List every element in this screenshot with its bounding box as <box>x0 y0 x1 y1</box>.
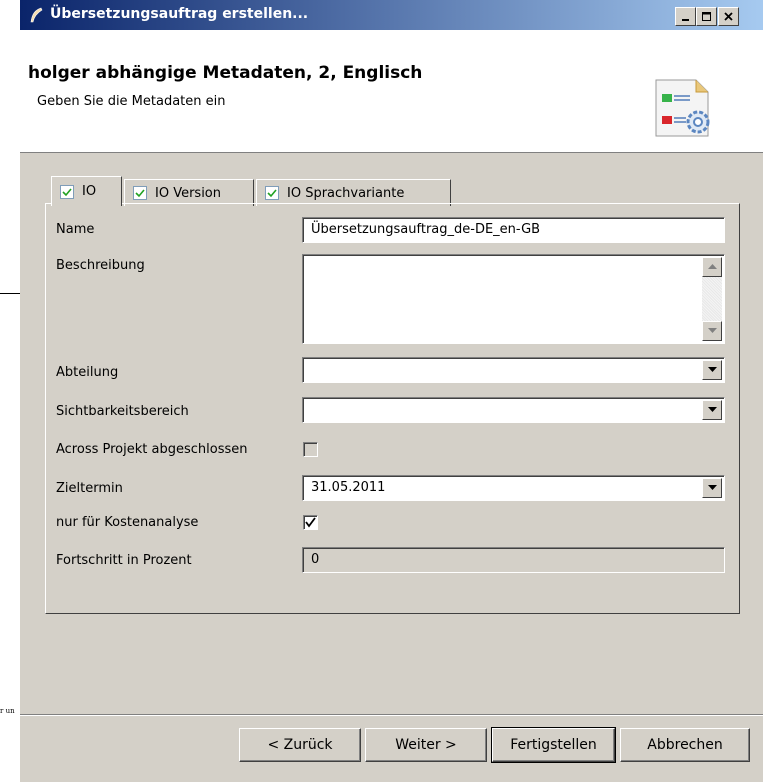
background-text-fragment: r un <box>0 707 15 715</box>
beschreibung-label: Beschreibung <box>56 258 145 273</box>
tab-checkbox[interactable] <box>133 186 147 200</box>
beschreibung-scrollbar[interactable] <box>702 257 722 341</box>
minimize-button[interactable] <box>675 7 696 26</box>
tab-label: IO Sprachvariante <box>287 185 405 201</box>
kosten-checkbox[interactable] <box>303 515 318 530</box>
zieltermin-label: Zieltermin <box>56 481 123 496</box>
abteilung-dropdown-button[interactable] <box>702 360 722 380</box>
tab-label: IO <box>82 184 97 199</box>
checkmark-icon <box>62 187 72 196</box>
page-title: holger abhängige Metadaten, 2, Englisch <box>28 63 423 83</box>
finish-button[interactable]: Fertigstellen <box>491 727 616 763</box>
name-label: Name <box>56 222 95 237</box>
sichtbarkeit-dropdown-button[interactable] <box>702 400 722 420</box>
page-subtitle: Geben Sie die Metadaten ein <box>37 94 226 109</box>
tab-io[interactable]: IO <box>51 176 122 206</box>
tab-label: IO Version <box>155 185 222 201</box>
next-button[interactable]: Weiter > <box>365 728 487 762</box>
scroll-up-button[interactable] <box>702 257 722 277</box>
beschreibung-field[interactable] <box>302 254 725 344</box>
button-separator <box>20 714 763 716</box>
abteilung-label: Abteilung <box>56 365 119 380</box>
close-button[interactable] <box>718 7 739 26</box>
chevron-down-icon <box>707 485 717 490</box>
across-label: Across Projekt abgeschlossen <box>56 442 248 457</box>
sichtbarkeit-label: Sichtbarkeitsbereich <box>56 404 189 419</box>
abteilung-select[interactable] <box>302 357 725 383</box>
checkmark-icon <box>135 189 145 198</box>
checkmark-icon <box>267 189 277 198</box>
name-field[interactable]: Übersetzungsauftrag_de-DE_en-GB <box>302 217 725 243</box>
window-title: Übersetzungsauftrag erstellen... <box>50 6 309 22</box>
chevron-down-icon <box>707 407 717 412</box>
feather-app-icon <box>30 7 43 23</box>
arrow-down-icon <box>707 328 717 333</box>
zieltermin-dropdown-button[interactable] <box>702 478 722 498</box>
fortschritt-label: Fortschritt in Prozent <box>56 553 192 568</box>
zieltermin-select[interactable]: 31.05.2011 <box>302 475 725 501</box>
metadata-settings-icon <box>655 79 710 137</box>
tab-io-version[interactable]: IO Version <box>124 179 254 206</box>
arrow-up-icon <box>707 264 717 269</box>
minimize-icon <box>681 18 689 21</box>
back-button[interactable]: < Zurück <box>239 728 361 762</box>
maximize-icon <box>701 11 711 21</box>
close-icon <box>723 11 733 21</box>
wizard-header: holger abhängige Metadaten, 2, Englisch … <box>20 30 763 153</box>
title-bar[interactable]: Übersetzungsauftrag erstellen... <box>20 0 763 30</box>
tab-checkbox[interactable] <box>60 184 74 199</box>
cancel-button[interactable]: Abbrechen <box>620 728 750 762</box>
fortschritt-field[interactable]: 0 <box>302 547 725 573</box>
checkmark-icon <box>305 517 316 528</box>
zieltermin-value: 31.05.2011 <box>311 480 386 495</box>
scroll-down-button[interactable] <box>702 321 722 341</box>
kosten-label: nur für Kostenanalyse <box>56 515 199 530</box>
sichtbarkeit-select[interactable] <box>302 397 725 423</box>
maximize-button[interactable] <box>696 7 717 26</box>
across-checkbox[interactable] <box>303 442 318 457</box>
wizard-dialog: Übersetzungsauftrag erstellen... holger … <box>20 0 763 782</box>
tab-io-sprachvariante[interactable]: IO Sprachvariante <box>256 179 451 206</box>
chevron-down-icon <box>707 367 717 372</box>
tab-checkbox[interactable] <box>265 186 279 200</box>
